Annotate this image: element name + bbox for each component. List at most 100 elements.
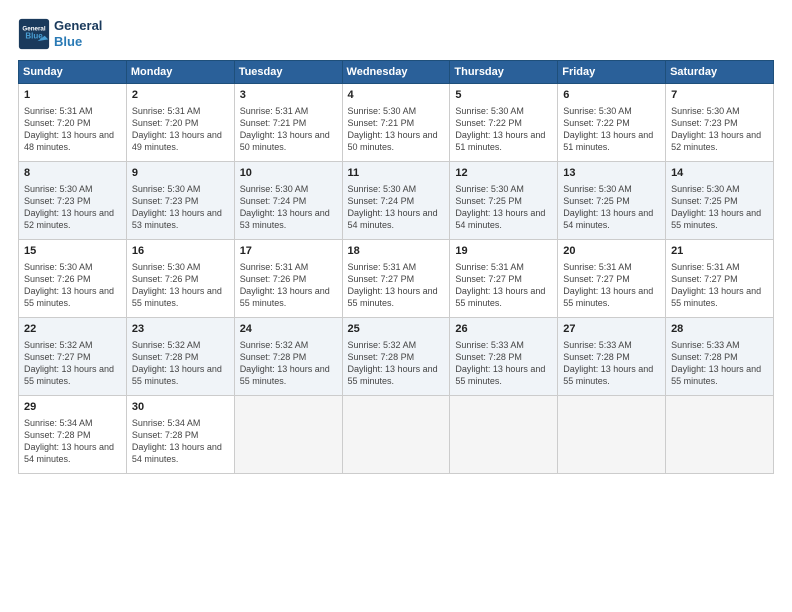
calendar-cell: 13 Sunrise: 5:30 AMSunset: 7:25 PMDayligh…	[558, 162, 666, 240]
day-number: 25	[348, 322, 445, 337]
calendar-cell: 6 Sunrise: 5:30 AMSunset: 7:22 PMDaylight…	[558, 84, 666, 162]
calendar-cell	[234, 396, 342, 474]
day-number: 22	[24, 322, 121, 337]
calendar-week-3: 15Sunrise: 5:30 AMSunset: 7:26 PMDayligh…	[19, 240, 774, 318]
col-wednesday: Wednesday	[342, 61, 450, 84]
col-monday: Monday	[126, 61, 234, 84]
day-number: 12	[455, 166, 552, 181]
day-number: 16	[132, 244, 229, 259]
calendar-week-2: 8 Sunrise: 5:30 AMSunset: 7:23 PMDaylight…	[19, 162, 774, 240]
day-number: 7	[671, 88, 768, 103]
calendar-cell: 5 Sunrise: 5:30 AMSunset: 7:22 PMDaylight…	[450, 84, 558, 162]
day-number: 30	[132, 400, 229, 415]
header-row: Sunday Monday Tuesday Wednesday Thursday…	[19, 61, 774, 84]
day-number: 23	[132, 322, 229, 337]
logo-icon: General Blue	[18, 18, 50, 50]
day-number: 6	[563, 88, 660, 103]
day-info: Sunrise: 5:31 AMSunset: 7:21 PMDaylight:…	[240, 105, 337, 154]
calendar-week-5: 29 Sunrise: 5:34 AMSunset: 7:28 PMDayligh…	[19, 396, 774, 474]
day-number: 13	[563, 166, 660, 181]
calendar-cell: 2 Sunrise: 5:31 AMSunset: 7:20 PMDaylight…	[126, 84, 234, 162]
calendar-cell: 1 Sunrise: 5:31 AMSunset: 7:20 PMDaylight…	[19, 84, 127, 162]
day-info: Sunrise: 5:31 AMSunset: 7:20 PMDaylight:…	[24, 105, 121, 154]
day-info: Sunrise: 5:33 AMSunset: 7:28 PMDaylight:…	[563, 339, 660, 388]
calendar-cell: 16 Sunrise: 5:30 AMSunset: 7:26 PMDayligh…	[126, 240, 234, 318]
day-info: Sunrise: 5:32 AMSunset: 7:27 PMDaylight:…	[24, 339, 121, 388]
day-number: 17	[240, 244, 337, 259]
calendar-cell	[666, 396, 774, 474]
col-sunday: Sunday	[19, 61, 127, 84]
calendar-cell: 24 Sunrise: 5:32 AMSunset: 7:28 PMDayligh…	[234, 318, 342, 396]
day-number: 24	[240, 322, 337, 337]
calendar-cell	[558, 396, 666, 474]
col-saturday: Saturday	[666, 61, 774, 84]
day-number: 3	[240, 88, 337, 103]
day-info: Sunrise: 5:34 AMSunset: 7:28 PMDaylight:…	[132, 417, 229, 466]
day-number: 26	[455, 322, 552, 337]
day-number: 2	[132, 88, 229, 103]
calendar-table: Sunday Monday Tuesday Wednesday Thursday…	[18, 60, 774, 474]
calendar-cell: 29 Sunrise: 5:34 AMSunset: 7:28 PMDayligh…	[19, 396, 127, 474]
day-info: Sunrise: 5:30 AMSunset: 7:21 PMDaylight:…	[348, 105, 445, 154]
day-number: 18	[348, 244, 445, 259]
col-friday: Friday	[558, 61, 666, 84]
day-info: Sunrise: 5:30 AMSunset: 7:23 PMDaylight:…	[671, 105, 768, 154]
day-info: Sunrise: 5:30 AMSunset: 7:22 PMDaylight:…	[563, 105, 660, 154]
day-number: 28	[671, 322, 768, 337]
day-number: 10	[240, 166, 337, 181]
day-info: Sunrise: 5:31 AMSunset: 7:27 PMDaylight:…	[563, 261, 660, 310]
calendar-cell: 26 Sunrise: 5:33 AMSunset: 7:28 PMDayligh…	[450, 318, 558, 396]
calendar-cell: 28 Sunrise: 5:33 AMSunset: 7:28 PMDayligh…	[666, 318, 774, 396]
day-info: Sunrise: 5:33 AMSunset: 7:28 PMDaylight:…	[671, 339, 768, 388]
logo: General Blue General Blue	[18, 18, 102, 50]
calendar-cell: 10 Sunrise: 5:30 AMSunset: 7:24 PMDayligh…	[234, 162, 342, 240]
col-tuesday: Tuesday	[234, 61, 342, 84]
day-info: Sunrise: 5:31 AMSunset: 7:20 PMDaylight:…	[132, 105, 229, 154]
calendar-cell: 11 Sunrise: 5:30 AMSunset: 7:24 PMDayligh…	[342, 162, 450, 240]
calendar-cell: 17 Sunrise: 5:31 AMSunset: 7:26 PMDayligh…	[234, 240, 342, 318]
calendar-cell: 27 Sunrise: 5:33 AMSunset: 7:28 PMDayligh…	[558, 318, 666, 396]
day-info: Sunrise: 5:31 AMSunset: 7:27 PMDaylight:…	[671, 261, 768, 310]
day-info: Sunrise: 5:32 AMSunset: 7:28 PMDaylight:…	[348, 339, 445, 388]
day-info: Sunrise: 5:33 AMSunset: 7:28 PMDaylight:…	[455, 339, 552, 388]
calendar-cell: 23Sunrise: 5:32 AMSunset: 7:28 PMDayligh…	[126, 318, 234, 396]
calendar-cell: 4Sunrise: 5:30 AMSunset: 7:21 PMDaylight…	[342, 84, 450, 162]
header: General Blue General Blue	[18, 18, 774, 50]
calendar-cell: 14Sunrise: 5:30 AMSunset: 7:25 PMDayligh…	[666, 162, 774, 240]
day-number: 5	[455, 88, 552, 103]
calendar-cell: 25 Sunrise: 5:32 AMSunset: 7:28 PMDayligh…	[342, 318, 450, 396]
day-number: 8	[24, 166, 121, 181]
calendar-cell: 18 Sunrise: 5:31 AMSunset: 7:27 PMDayligh…	[342, 240, 450, 318]
calendar-cell	[450, 396, 558, 474]
logo-text-blue: Blue	[54, 34, 102, 50]
day-number: 11	[348, 166, 445, 181]
day-info: Sunrise: 5:30 AMSunset: 7:26 PMDaylight:…	[132, 261, 229, 310]
day-info: Sunrise: 5:30 AMSunset: 7:25 PMDaylight:…	[563, 183, 660, 232]
calendar-week-4: 22 Sunrise: 5:32 AMSunset: 7:27 PMDayligh…	[19, 318, 774, 396]
calendar-cell: 8Sunrise: 5:30 AMSunset: 7:23 PMDaylight…	[19, 162, 127, 240]
day-info: Sunrise: 5:30 AMSunset: 7:24 PMDaylight:…	[240, 183, 337, 232]
day-number: 9	[132, 166, 229, 181]
day-number: 29	[24, 400, 121, 415]
day-info: Sunrise: 5:32 AMSunset: 7:28 PMDaylight:…	[240, 339, 337, 388]
calendar-cell	[342, 396, 450, 474]
day-number: 27	[563, 322, 660, 337]
day-info: Sunrise: 5:30 AMSunset: 7:23 PMDaylight:…	[132, 183, 229, 232]
day-info: Sunrise: 5:34 AMSunset: 7:28 PMDaylight:…	[24, 417, 121, 466]
day-info: Sunrise: 5:30 AMSunset: 7:24 PMDaylight:…	[348, 183, 445, 232]
day-info: Sunrise: 5:30 AMSunset: 7:25 PMDaylight:…	[455, 183, 552, 232]
day-info: Sunrise: 5:30 AMSunset: 7:25 PMDaylight:…	[671, 183, 768, 232]
calendar-cell: 30 Sunrise: 5:34 AMSunset: 7:28 PMDayligh…	[126, 396, 234, 474]
logo-text-general: General	[54, 18, 102, 34]
day-number: 20	[563, 244, 660, 259]
calendar-cell: 15Sunrise: 5:30 AMSunset: 7:26 PMDayligh…	[19, 240, 127, 318]
day-info: Sunrise: 5:31 AMSunset: 7:27 PMDaylight:…	[348, 261, 445, 310]
calendar-cell: 12 Sunrise: 5:30 AMSunset: 7:25 PMDayligh…	[450, 162, 558, 240]
calendar-cell: 9 Sunrise: 5:30 AMSunset: 7:23 PMDaylight…	[126, 162, 234, 240]
day-info: Sunrise: 5:30 AMSunset: 7:22 PMDaylight:…	[455, 105, 552, 154]
day-info: Sunrise: 5:31 AMSunset: 7:26 PMDaylight:…	[240, 261, 337, 310]
day-number: 1	[24, 88, 121, 103]
calendar-cell: 3 Sunrise: 5:31 AMSunset: 7:21 PMDaylight…	[234, 84, 342, 162]
day-number: 19	[455, 244, 552, 259]
page: General Blue General Blue Sunday Monday …	[0, 0, 792, 612]
